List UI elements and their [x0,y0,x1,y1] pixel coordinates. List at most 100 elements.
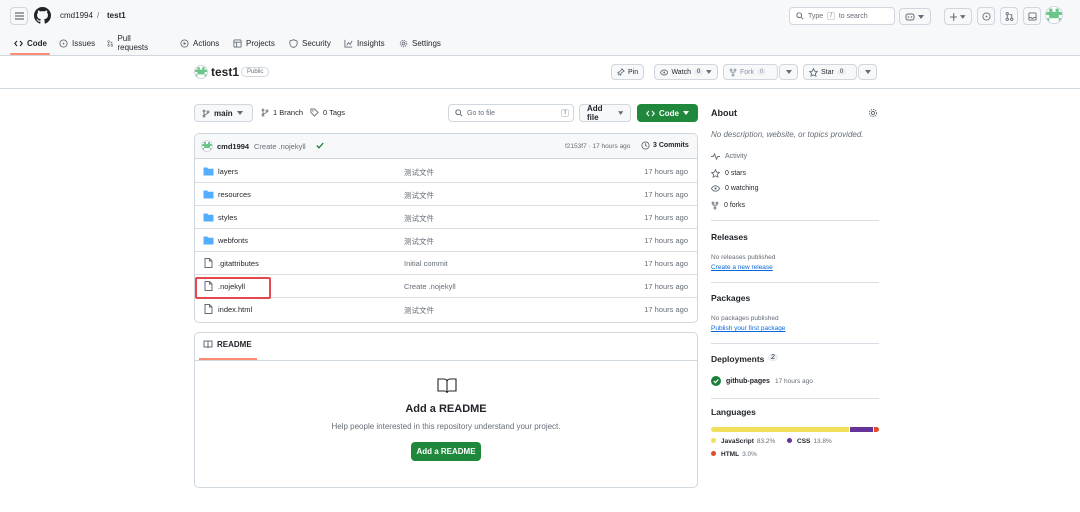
language-item[interactable]: JavaScript 83.2% [711,438,775,445]
file-name[interactable]: styles [218,213,237,222]
tab-settings[interactable]: Settings [399,33,441,53]
eye-icon [711,185,720,192]
issues-shortcut-button[interactable] [977,7,995,25]
tab-insights[interactable]: Insights [344,33,385,53]
file-commit-time: 17 hours ago [644,213,688,222]
watching-link[interactable]: 0 watching [711,185,758,192]
fork-icon [711,201,719,210]
search-input[interactable]: Type / to search [789,7,895,25]
add-file-label: Add file [587,104,603,122]
github-logo-icon[interactable] [34,7,51,26]
code-button[interactable]: Code [637,104,698,122]
branches-link[interactable]: 1 Branch [261,108,303,117]
file-commit-message[interactable]: Initial commit [404,259,448,268]
create-release-link[interactable]: Create a new release [711,264,773,271]
readme-tab[interactable]: README [203,340,252,349]
language-dot-icon [711,438,716,443]
chevron-down-icon [918,14,924,19]
branch-selector[interactable]: main [194,104,253,122]
commit-author-avatar[interactable] [201,140,213,152]
file-commit-message[interactable]: 测试文件 [404,167,434,178]
file-commit-message[interactable]: 测试文件 [404,213,434,224]
language-item[interactable]: CSS 13.8% [787,438,832,445]
tab-actions[interactable]: Actions [180,33,219,53]
add-file-button[interactable]: Add file [579,104,631,122]
file-row[interactable]: .gitattributes Initial commit 17 hours ago [195,252,697,275]
pull-requests-shortcut-button[interactable] [1000,7,1018,25]
releases-heading[interactable]: Releases [711,232,748,242]
fork-button[interactable]: Fork 0 [723,64,778,80]
play-icon [180,38,189,48]
create-new-button[interactable] [944,8,972,25]
inbox-button[interactable] [1023,7,1041,25]
commit-message[interactable]: Create .nojekyll [254,142,306,151]
file-name[interactable]: resources [218,190,251,199]
file-row[interactable]: resources 测试文件 17 hours ago [195,183,697,206]
language-item[interactable]: HTML 3.0% [711,451,757,458]
tab-label: Issues [72,38,96,48]
activity-link[interactable]: Activity [711,153,747,160]
file-name[interactable]: webfonts [218,236,248,245]
tab-issues[interactable]: Issues [59,33,95,53]
gear-icon [399,39,408,47]
page-title[interactable]: test1 [211,65,239,79]
file-commit-message[interactable]: 测试文件 [404,305,434,316]
star-count: 0 [836,69,847,75]
star-dropdown-button[interactable] [858,64,877,80]
tags-link[interactable]: 0 Tags [310,108,345,117]
deployments-heading[interactable]: Deployments [711,354,764,364]
pin-button[interactable]: Pin [611,64,645,80]
language-name: JavaScript [721,438,754,445]
about-heading: About [711,108,737,118]
watch-button[interactable]: Watch 0 [654,64,718,80]
graph-icon [344,39,353,48]
fork-dropdown-button[interactable] [779,64,798,80]
chevron-down-icon [785,70,792,74]
tab-pull-requests[interactable]: Pull requests [107,33,151,53]
file-commit-message[interactable]: Create .nojekyll [404,282,456,291]
deployment-item[interactable]: github-pages 17 hours ago [711,376,813,386]
about-description: No description, website, or topics provi… [711,130,864,139]
tab-security[interactable]: Security [289,33,331,53]
repo-owner-link[interactable]: cmd1994 [60,11,93,20]
commits-count: 3 Commits [653,142,689,149]
commit-author[interactable]: cmd1994 [217,142,249,151]
language-bar-segment [711,427,850,432]
language-bar [711,427,879,432]
tab-label: Insights [357,38,385,48]
search-shortcut-key: / [827,12,835,20]
packages-heading[interactable]: Packages [711,293,750,303]
go-to-file-shortcut: t [561,109,569,117]
stars-link[interactable]: 0 stars [711,169,746,178]
file-name[interactable]: layers [218,167,238,176]
repo-name-link[interactable]: test1 [107,11,126,20]
language-bar-segment [874,427,879,432]
add-readme-button[interactable]: Add a README [411,442,481,461]
publish-package-link[interactable]: Publish your first package [711,325,785,332]
file-name[interactable]: index.html [218,305,252,314]
file-row[interactable]: index.html 测试文件 17 hours ago [195,298,697,321]
copilot-button[interactable] [899,8,931,25]
file-commit-time: 17 hours ago [644,190,688,199]
file-row[interactable]: layers 测试文件 17 hours ago [195,160,697,183]
file-row[interactable]: styles 测试文件 17 hours ago [195,206,697,229]
branch-icon [261,108,269,117]
hamburger-menu-button[interactable] [10,7,28,25]
branch-icon [202,109,210,118]
file-icon [204,258,213,268]
user-avatar[interactable] [1045,6,1063,24]
file-row[interactable]: webfonts 测试文件 17 hours ago [195,229,697,252]
go-to-file-input[interactable]: Go to file t [448,104,574,122]
tab-projects[interactable]: Projects [233,33,275,53]
file-name[interactable]: .gitattributes [218,259,259,268]
tab-label: Actions [193,38,220,48]
forks-link[interactable]: 0 forks [711,201,745,210]
commits-link[interactable]: 3 Commits [641,141,689,150]
file-commit-message[interactable]: 测试文件 [404,190,434,201]
star-button[interactable]: Star 0 [803,64,857,80]
header-divider [0,88,1080,89]
file-commit-message[interactable]: 测试文件 [404,236,434,247]
commit-hash-time[interactable]: f2153f7 · 17 hours ago [565,143,630,150]
gear-icon[interactable] [868,108,878,118]
tab-code[interactable]: Code [14,33,47,53]
